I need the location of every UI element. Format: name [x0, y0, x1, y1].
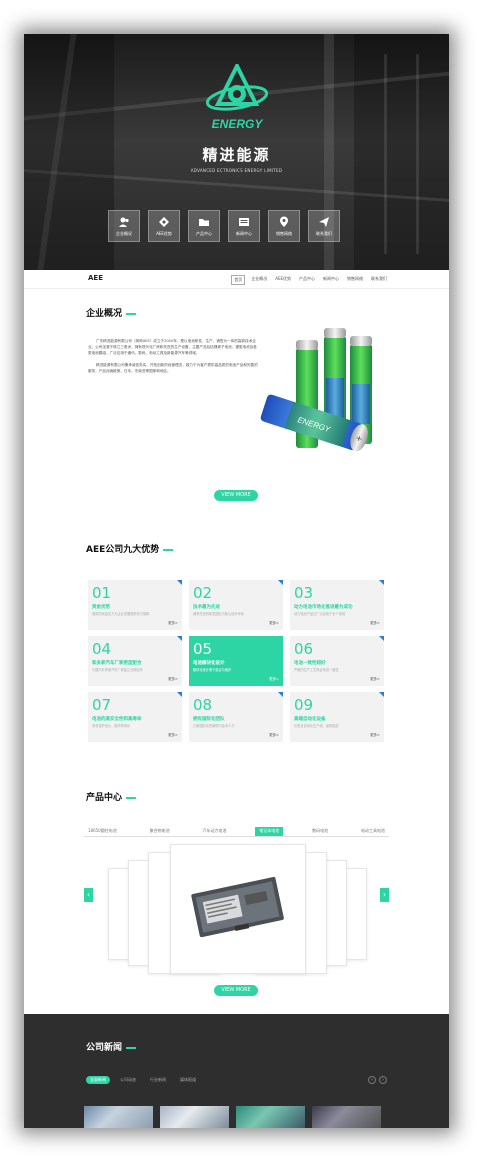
logo-text: ENERGY — [212, 117, 264, 131]
hero-banner: ENERGY 精进能源 ADVANCED ECTRONICS ENERGY LI… — [24, 34, 449, 270]
laptop-battery-image — [191, 876, 284, 938]
about-text: 广东精进能源有限公司（简称AEE）成立于2000年，是以电池研发、生产、销售为一… — [88, 338, 258, 380]
news-thumbnail[interactable] — [236, 1106, 305, 1128]
product-tab[interactable]: 电动工具电池 — [357, 827, 389, 836]
hero-link-network[interactable]: 销售网络 — [268, 210, 300, 242]
advantage-card[interactable]: 02 技术最为先进 拥有先进的研发团队与核心技术专利 更多> — [189, 580, 283, 630]
chevron-left-icon: ‹ — [86, 890, 91, 899]
news-thumbnail[interactable] — [160, 1106, 229, 1128]
nav-links: 首页 企业概况 AEE优势 产品中心 新闻中心 销售网络 联系我们 — [231, 275, 389, 285]
advantages-title: AEE公司九大优势 — [86, 542, 174, 555]
more-link[interactable]: 更多> — [269, 733, 279, 738]
product-tab[interactable]: 数码电池 — [308, 827, 332, 836]
products-title: 产品中心 — [86, 790, 137, 803]
hero-icon-menu: 企业概况 AEE优势 产品中心 新闻中心 销售网络 联系我们 — [108, 210, 340, 242]
chevron-right-icon: › — [382, 1077, 384, 1083]
more-link[interactable]: 更多> — [370, 677, 380, 682]
nav-link-about[interactable]: 企业概况 — [249, 275, 269, 285]
about-title: 企业概况 — [86, 306, 137, 319]
news-title: 公司新闻 — [86, 1040, 137, 1053]
send-icon — [319, 216, 329, 227]
product-tabs: 18650圆柱电池 聚合物电池 汽车动力电池 笔记本电池 数码电池 电动工具电池 — [84, 827, 389, 837]
news-prev-button[interactable]: ‹ — [368, 1076, 376, 1084]
about-paragraph: 广东精进能源有限公司（简称AEE）成立于2000年，是以电池研发、生产、销售为一… — [88, 339, 257, 355]
news-tab[interactable]: 媒体报道 — [176, 1076, 200, 1084]
advantage-card[interactable]: 07 电池的高安全性和高寿命 多重保护设计，循环寿命长 更多> — [88, 692, 182, 742]
news-section: 公司新闻 全部新闻 公司动态 行业新闻 媒体报道 ‹ › — [24, 1014, 449, 1128]
hero-title: 精进能源 — [202, 146, 271, 164]
advantage-card[interactable]: 06 电池一致性超好 严格的生产工艺保证电池一致性 更多> — [290, 636, 384, 686]
advantage-card-active[interactable]: 05 电池模块化设计 模块化设计便于组合与维护 更多> — [189, 636, 283, 686]
news-tab[interactable]: 公司动态 — [116, 1076, 140, 1084]
more-link[interactable]: 更多> — [168, 733, 178, 738]
nav-link-news[interactable]: 新闻中心 — [321, 275, 341, 285]
news-icon — [239, 217, 249, 226]
nav-brand[interactable]: AEE — [88, 274, 103, 282]
news-thumbnail[interactable] — [84, 1106, 153, 1128]
product-carousel — [84, 842, 389, 974]
about-view-more-button[interactable]: VIEW MORE — [214, 490, 258, 501]
more-link[interactable]: 更多> — [269, 621, 279, 626]
nav-link-home[interactable]: 首页 — [231, 275, 246, 285]
nav-link-network[interactable]: 销售网络 — [345, 275, 365, 285]
top-nav: AEE 首页 企业概况 AEE优势 产品中心 新闻中心 销售网络 联系我们 — [24, 270, 449, 289]
news-tab[interactable]: 行业新闻 — [146, 1076, 170, 1084]
nav-link-advantage[interactable]: AEE优势 — [273, 275, 293, 285]
hero-subtitle: ADVANCED ECTRONICS ENERGY LIMITED — [190, 168, 283, 173]
product-tab[interactable]: 18650圆柱电池 — [84, 827, 121, 836]
chevron-left-icon: ‹ — [371, 1077, 373, 1083]
page: ENERGY 精进能源 ADVANCED ECTRONICS ENERGY LI… — [24, 34, 449, 1128]
advantage-card[interactable]: 09 高端自动化设备 引进全自动化生产线，品质稳定 更多> — [290, 692, 384, 742]
hero-link-about[interactable]: 企业概况 — [108, 210, 140, 242]
battery-image: + ENERGY — [260, 328, 372, 452]
hero-link-products[interactable]: 产品中心 — [188, 210, 220, 242]
hero-link-label: 新闻中心 — [236, 230, 252, 236]
carousel-next-button[interactable]: › — [380, 888, 389, 902]
advantage-card[interactable]: 01 资金优势 雄厚的资金实力为企业发展提供有力保障 更多> — [88, 580, 182, 630]
folder-icon — [199, 218, 209, 226]
advantage-card[interactable]: 04 和多家汽车厂家密度配合 与国内外多家汽车厂家建立长期合作 更多> — [88, 636, 182, 686]
hero-link-label: 联系我们 — [316, 230, 332, 236]
diamond-icon — [159, 216, 169, 227]
news-tab-active[interactable]: 全部新闻 — [86, 1076, 110, 1084]
chevron-right-icon: › — [382, 890, 387, 899]
hero-link-contact[interactable]: 联系我们 — [308, 210, 340, 242]
products-view-more-button[interactable]: VIEW MORE — [214, 985, 258, 996]
more-link[interactable]: 更多> — [370, 733, 380, 738]
more-link[interactable]: 更多> — [370, 621, 380, 626]
hero-link-advantage[interactable]: AEE优势 — [148, 210, 180, 242]
users-icon — [119, 217, 129, 227]
hero-link-label: 销售网络 — [276, 230, 292, 236]
product-tab[interactable]: 聚合物电池 — [146, 827, 174, 836]
carousel-prev-button[interactable]: ‹ — [84, 888, 93, 902]
more-link[interactable]: 更多> — [168, 621, 178, 626]
more-link[interactable]: 更多> — [168, 677, 178, 682]
location-icon — [280, 216, 288, 227]
product-card-featured[interactable] — [170, 844, 306, 974]
nav-link-contact[interactable]: 联系我们 — [369, 275, 389, 285]
news-tabs: 全部新闻 公司动态 行业新闻 媒体报道 — [86, 1076, 200, 1084]
advantage-card[interactable]: 03 动力电池市场化推进最为成功 动力电池产品已广泛应用于多个领域 更多> — [290, 580, 384, 630]
product-tab[interactable]: 汽车动力电池 — [198, 827, 230, 836]
advantages-grid: 01 资金优势 雄厚的资金实力为企业发展提供有力保障 更多> 02 技术最为先进 拥有先进… — [88, 580, 384, 742]
advantage-card[interactable]: 08 拥有国际化团队 汇聚国际化的管理与技术人才 更多> — [189, 692, 283, 742]
hero-link-label: AEE优势 — [156, 230, 172, 236]
energy-logo: ENERGY — [205, 64, 269, 131]
hero-link-label: 企业概况 — [116, 230, 132, 236]
news-next-button[interactable]: › — [379, 1076, 387, 1084]
more-link[interactable]: 更多> — [269, 677, 279, 682]
nav-link-products[interactable]: 产品中心 — [297, 275, 317, 285]
news-thumbnail[interactable] — [312, 1106, 381, 1128]
product-tab-active[interactable]: 笔记本电池 — [255, 827, 284, 836]
about-paragraph: 精进能源有限公司秉承诚信务实、开拓创新的经营理念，致力于为客户提供高品质的电池产… — [88, 363, 258, 373]
hero-link-label: 产品中心 — [196, 230, 212, 236]
hero-link-news[interactable]: 新闻中心 — [228, 210, 260, 242]
